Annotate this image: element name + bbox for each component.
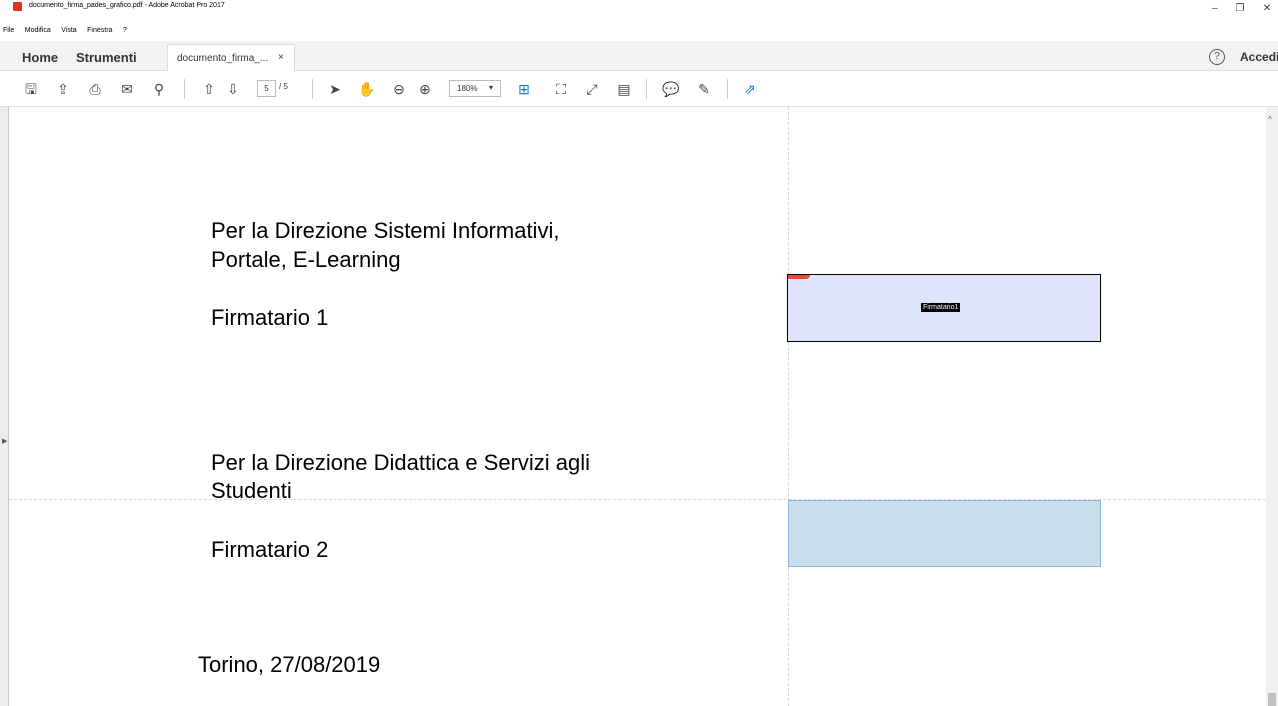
zoom-in-icon[interactable]: ⊕ xyxy=(416,81,434,97)
menu-vista[interactable]: Vista xyxy=(61,27,76,34)
zoom-select[interactable]: 180% ▾ xyxy=(449,80,501,97)
tab-home[interactable]: Home xyxy=(22,50,58,65)
page-total: / 5 xyxy=(279,82,288,91)
save-icon[interactable]: 🖫 xyxy=(22,81,40,97)
page-number-input[interactable]: 5 xyxy=(257,80,276,97)
tab-bar: Home Strumenti documento_firma_... × ? A… xyxy=(0,41,1278,71)
doc-signer-1: Firmatario 1 xyxy=(211,305,329,330)
tab-strumenti[interactable]: Strumenti xyxy=(76,50,137,65)
signature-field-1-label: Firmatario1 xyxy=(921,303,961,312)
doc-line-2: Portale, E-Learning xyxy=(211,247,401,272)
doc-signer-2: Firmatario 2 xyxy=(211,537,329,562)
prev-page-icon[interactable]: ⇧ xyxy=(200,81,218,97)
sign-icon[interactable]: ✎ xyxy=(695,81,713,97)
expand-icon[interactable]: ⤢ xyxy=(583,81,601,97)
zoom-out-icon[interactable]: ⊖ xyxy=(390,81,408,97)
next-page-icon[interactable]: ⇩ xyxy=(224,81,242,97)
share-icon[interactable]: ⇗ xyxy=(741,81,759,97)
mail-icon[interactable]: ✉ xyxy=(118,81,136,97)
field-flag-icon xyxy=(788,275,810,279)
separator xyxy=(312,79,313,99)
tab-document[interactable]: documento_firma_... × xyxy=(167,44,295,71)
signin-link[interactable]: Accedi xyxy=(1240,50,1278,64)
tab-document-label: documento_firma_... xyxy=(177,53,269,64)
expand-panel-icon[interactable]: ▶ xyxy=(2,437,7,445)
left-panel-toggle[interactable]: ▶ xyxy=(0,107,9,706)
read-mode-icon[interactable]: ▤ xyxy=(615,81,633,97)
doc-date: Torino, 27/08/2019 xyxy=(198,652,381,677)
signature-field-1[interactable]: Firmatario1 xyxy=(787,274,1101,342)
menu-finestra[interactable]: Finestra xyxy=(87,27,112,34)
signature-field-2[interactable] xyxy=(788,500,1101,567)
menu-modifica[interactable]: Modifica xyxy=(25,27,51,34)
separator xyxy=(727,79,728,99)
doc-line-4: Studenti xyxy=(211,478,292,503)
page-guide-vertical xyxy=(788,107,789,706)
title-bar: documento_firma_pades_grafico.pdf - Adob… xyxy=(0,0,1278,17)
print-icon[interactable]: ⎙ xyxy=(86,81,104,97)
vertical-scrollbar[interactable]: ^ xyxy=(1266,107,1278,706)
hand-tool-icon[interactable]: ✋ xyxy=(358,81,376,97)
full-screen-icon[interactable]: ⛶ xyxy=(552,81,570,97)
scroll-up-icon[interactable]: ^ xyxy=(1268,115,1272,124)
doc-line-1: Per la Direzione Sistemi Informativi, xyxy=(211,218,560,243)
close-tab-icon[interactable]: × xyxy=(278,52,284,63)
menu-file[interactable]: File xyxy=(3,27,14,34)
toolbar: 🖫 ⇪ ⎙ ✉ ⚲ ⇧ ⇩ 5 / 5 ➤ ✋ ⊖ ⊕ 180% ▾ ⊞ ⛶ ⤢… xyxy=(0,71,1278,107)
search-icon[interactable]: ⚲ xyxy=(150,81,168,97)
pdf-app-icon xyxy=(13,2,22,11)
comment-icon[interactable]: 💬 xyxy=(662,81,680,97)
doc-line-3: Per la Direzione Didattica e Servizi agl… xyxy=(211,450,591,475)
chevron-down-icon: ▾ xyxy=(489,83,494,92)
menu-bar: File Modifica Vista Finestra ? xyxy=(0,17,400,34)
window-title: documento_firma_pades_grafico.pdf - Adob… xyxy=(29,2,225,9)
separator xyxy=(646,79,647,99)
select-tool-icon[interactable]: ➤ xyxy=(326,81,344,97)
help-icon[interactable]: ? xyxy=(1209,49,1225,65)
scrollbar-thumb[interactable] xyxy=(1268,693,1276,706)
zoom-value: 180% xyxy=(457,84,478,93)
separator xyxy=(184,79,185,99)
document-page xyxy=(9,107,1266,706)
upload-icon[interactable]: ⇪ xyxy=(54,81,72,97)
close-window-button[interactable]: ✕ xyxy=(1252,0,1278,17)
fit-page-icon[interactable]: ⊞ xyxy=(515,81,533,97)
restore-button[interactable]: ❐ xyxy=(1225,0,1255,17)
menu-help[interactable]: ? xyxy=(123,27,127,34)
